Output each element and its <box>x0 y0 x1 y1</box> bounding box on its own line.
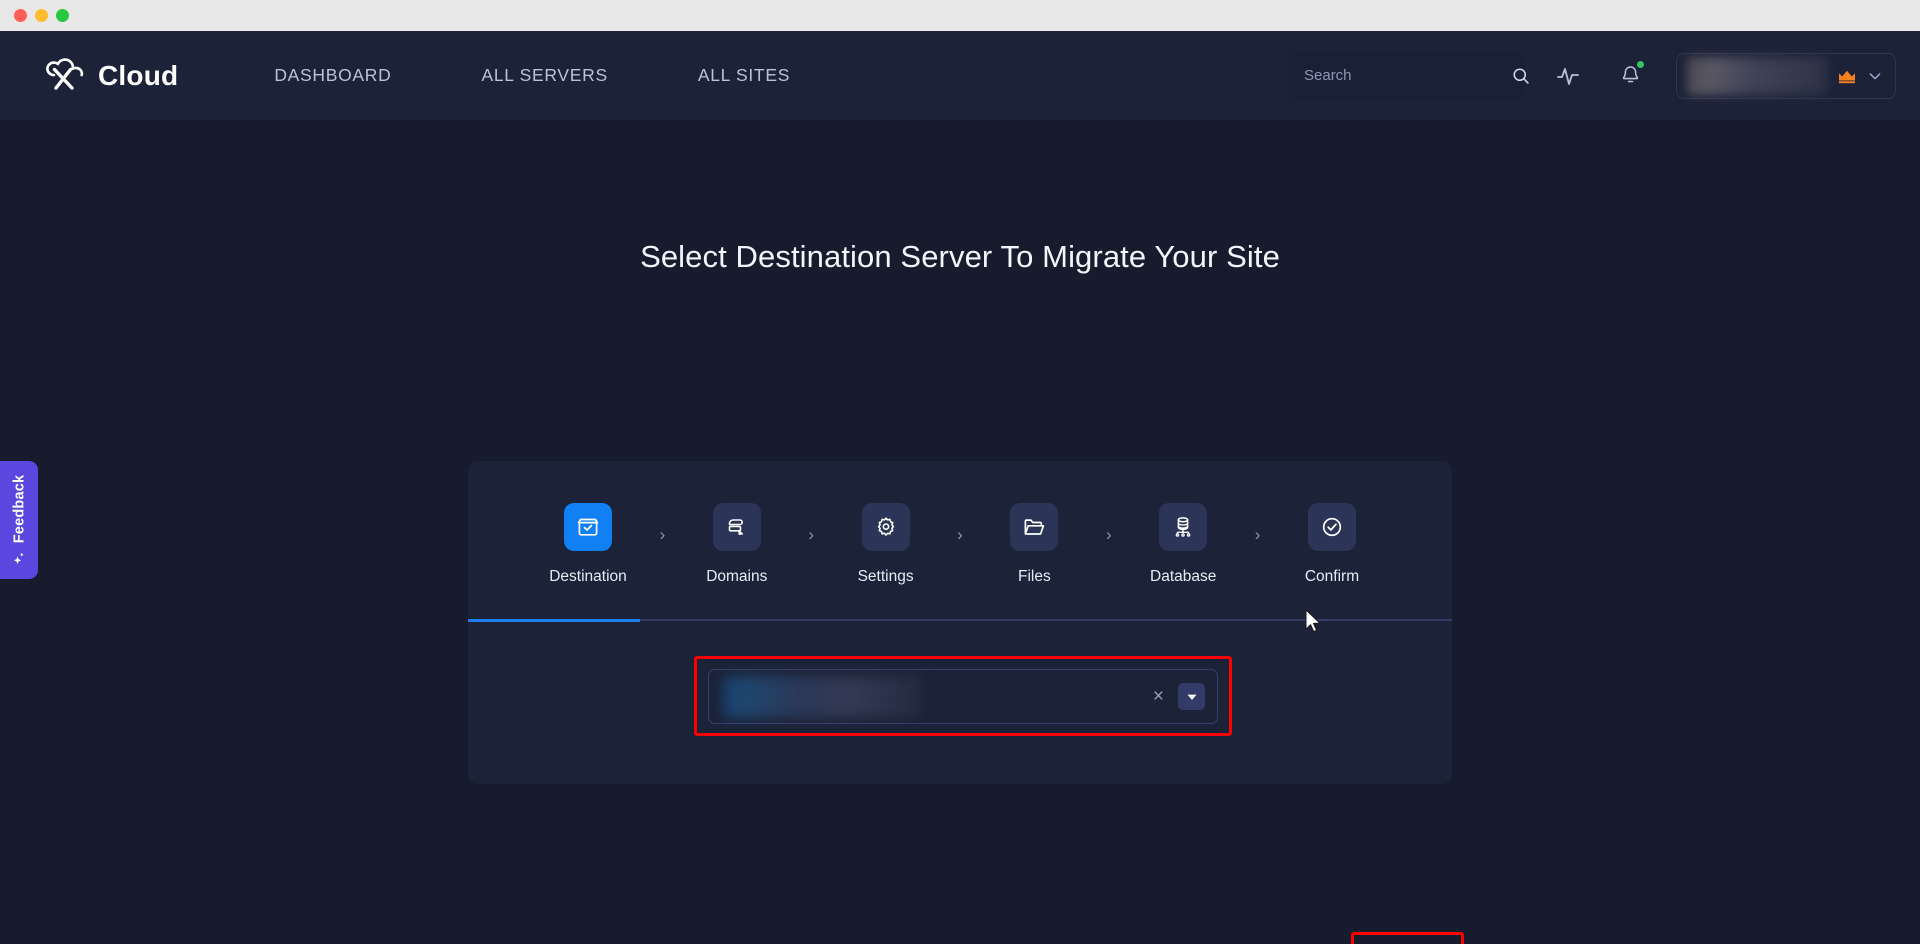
folder-check-icon <box>576 515 600 539</box>
sparkles-icon <box>12 550 27 565</box>
stepper-underline-active <box>468 619 640 622</box>
destination-selected-value-redacted <box>723 676 921 718</box>
cloud-logo-icon <box>46 58 88 94</box>
step-database-icon-box <box>1159 503 1207 551</box>
database-icon <box>1171 515 1195 539</box>
wizard-footer: Back Step 1 of 6 Next <box>0 929 1920 944</box>
destination-server-select[interactable]: × <box>708 669 1218 724</box>
window-titlebar <box>0 0 1920 31</box>
search-icon[interactable] <box>1511 66 1531 86</box>
step-separator-2: › <box>808 525 814 545</box>
window-close-button[interactable] <box>14 9 27 22</box>
nav-links: DASHBOARD ALL SERVERS ALL SITES <box>274 55 790 96</box>
nav-all-servers[interactable]: ALL SERVERS <box>481 55 607 96</box>
step-destination[interactable]: Destination <box>532 503 644 586</box>
migration-wizard-card: Destination › Domains › <box>468 461 1452 784</box>
step-destination-icon-box <box>564 503 612 551</box>
step-settings-icon-box <box>862 503 910 551</box>
step-confirm[interactable]: Confirm <box>1276 503 1388 586</box>
step-destination-label: Destination <box>549 568 627 586</box>
search-input[interactable] <box>1304 67 1503 84</box>
user-menu-chip[interactable] <box>1676 53 1896 99</box>
check-circle-icon <box>1320 515 1344 539</box>
page-title: Select Destination Server To Migrate You… <box>0 239 1920 275</box>
brand-name: Cloud <box>98 60 178 92</box>
page-content: Select Destination Server To Migrate You… <box>0 239 1920 275</box>
step-separator-1: › <box>660 525 666 545</box>
crown-icon <box>1837 68 1857 84</box>
step-domains[interactable]: Domains <box>681 503 793 586</box>
user-name-redacted <box>1687 57 1827 95</box>
search-box[interactable] <box>1288 53 1526 99</box>
next-button-highlight <box>1351 932 1464 944</box>
brand-logo-group[interactable]: Cloud <box>46 58 178 94</box>
step-files[interactable]: Files <box>978 503 1090 586</box>
step-database[interactable]: Database <box>1127 503 1239 586</box>
folder-open-icon <box>1022 515 1046 539</box>
notifications-button[interactable] <box>1610 56 1650 96</box>
nav-all-sites[interactable]: ALL SITES <box>698 55 790 96</box>
gear-icon <box>874 515 898 539</box>
step-confirm-icon-box <box>1308 503 1356 551</box>
notification-badge-dot <box>1636 60 1645 69</box>
step-separator-5: › <box>1255 525 1261 545</box>
caret-down-icon <box>1186 691 1198 703</box>
nav-right-group <box>1288 53 1896 99</box>
step-domains-label: Domains <box>706 568 767 586</box>
step-files-icon-box <box>1010 503 1058 551</box>
nav-dashboard[interactable]: DASHBOARD <box>274 55 391 96</box>
feedback-tab-content: Feedback <box>11 475 27 566</box>
feedback-tab[interactable]: Feedback <box>0 461 38 579</box>
select-actions: × <box>1149 683 1205 710</box>
activity-button[interactable] <box>1548 56 1588 96</box>
clear-selection-icon[interactable]: × <box>1149 685 1168 708</box>
feedback-label: Feedback <box>11 475 27 544</box>
step-settings[interactable]: Settings <box>830 503 942 586</box>
step-domains-icon-box <box>713 503 761 551</box>
app-root: Cloud DASHBOARD ALL SERVERS ALL SITES <box>0 31 1920 944</box>
step-files-label: Files <box>1018 568 1051 586</box>
domain-icon <box>725 515 749 539</box>
activity-icon <box>1556 64 1580 88</box>
window-maximize-button[interactable] <box>56 9 69 22</box>
step-database-label: Database <box>1150 568 1216 586</box>
step-separator-4: › <box>1106 525 1112 545</box>
step-confirm-label: Confirm <box>1305 568 1359 586</box>
chevron-down-icon[interactable] <box>1867 68 1883 84</box>
top-navigation-bar: Cloud DASHBOARD ALL SERVERS ALL SITES <box>0 31 1920 120</box>
step-separator-3: › <box>957 525 963 545</box>
step-settings-label: Settings <box>858 568 914 586</box>
wizard-stepper: Destination › Domains › <box>468 461 1452 586</box>
window-minimize-button[interactable] <box>35 9 48 22</box>
dropdown-toggle-button[interactable] <box>1178 683 1205 710</box>
